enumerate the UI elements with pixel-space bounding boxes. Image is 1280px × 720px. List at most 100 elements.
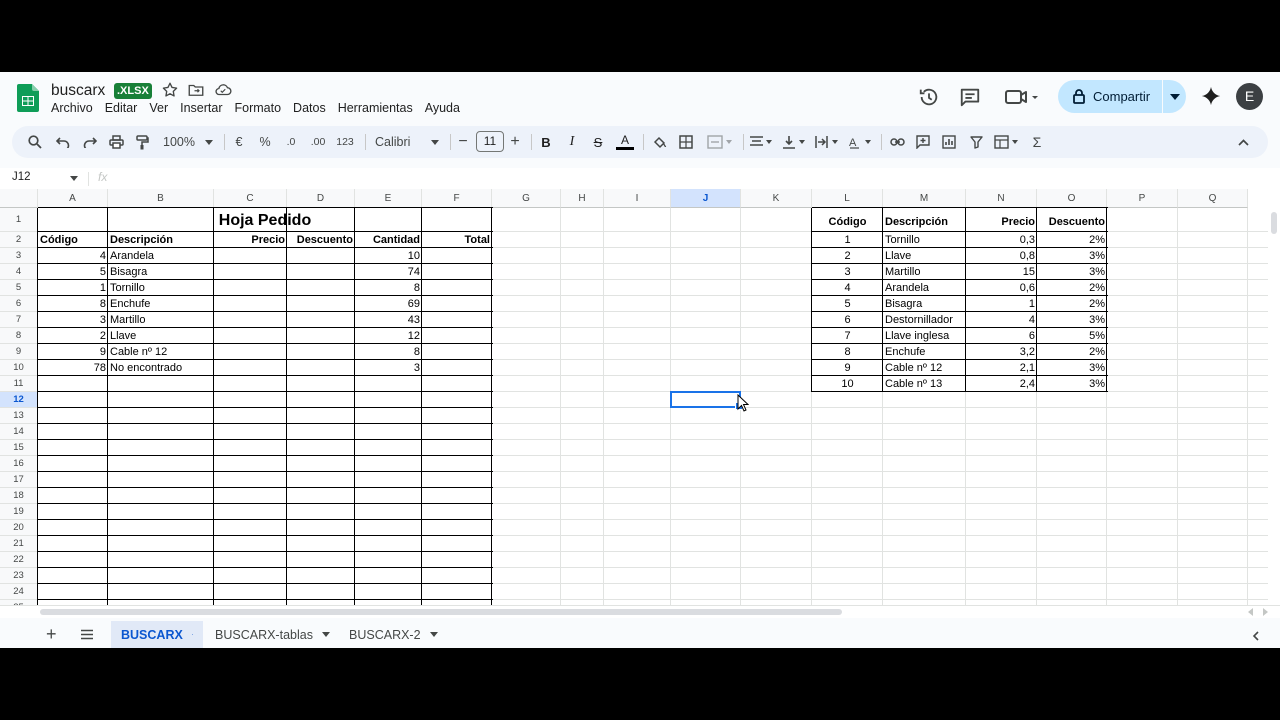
lookup-precio-cell[interactable]: 0,6: [966, 280, 1037, 296]
row-header-24[interactable]: 24: [0, 584, 38, 600]
insert-link-icon[interactable]: [887, 126, 907, 158]
row-header-14[interactable]: 14: [0, 424, 38, 440]
order-cantidad-cell[interactable]: 69: [355, 296, 422, 312]
order-descripcion-cell[interactable]: Enchufe: [108, 296, 214, 312]
filter-icon[interactable]: [966, 126, 986, 158]
increase-decimals-button[interactable]: .00: [306, 126, 330, 158]
add-sheet-button[interactable]: +: [36, 621, 67, 648]
lookup-precio-cell[interactable]: 3,2: [966, 344, 1037, 360]
row-header-20[interactable]: 20: [0, 520, 38, 536]
order-codigo-cell[interactable]: 1: [38, 280, 108, 296]
row-header-8[interactable]: 8: [0, 328, 38, 344]
column-header-e[interactable]: E: [355, 189, 422, 208]
chevron-left-icon[interactable]: [1252, 631, 1259, 641]
percent-format-button[interactable]: %: [256, 126, 274, 158]
row-header-13[interactable]: 13: [0, 408, 38, 424]
lookup-descripcion-cell[interactable]: Cable nº 12: [883, 360, 966, 376]
document-title[interactable]: buscarx: [51, 82, 105, 100]
order-descripcion-cell[interactable]: Llave: [108, 328, 214, 344]
row-header-3[interactable]: 3: [0, 248, 38, 264]
order-descripcion-cell[interactable]: Martillo: [108, 312, 214, 328]
decrease-decimals-button[interactable]: .0: [280, 126, 302, 158]
vertical-scroll-thumb[interactable]: [1271, 212, 1277, 234]
order-sheet-title[interactable]: Hoja Pedido: [38, 211, 492, 231]
order-codigo-cell[interactable]: 2: [38, 328, 108, 344]
lookup-precio-cell[interactable]: 6: [966, 328, 1037, 344]
lookup-precio-cell[interactable]: 0,8: [966, 248, 1037, 264]
row-header-6[interactable]: 6: [0, 296, 38, 312]
increase-font-size-button[interactable]: +: [506, 126, 524, 158]
order-header-cell[interactable]: Cantidad: [355, 232, 422, 248]
lookup-descuento-cell[interactable]: 3%: [1037, 360, 1107, 376]
scroll-left-icon[interactable]: [1248, 608, 1254, 616]
lookup-precio-cell[interactable]: 15: [966, 264, 1037, 280]
menu-formato[interactable]: Formato: [235, 101, 282, 115]
undo-icon[interactable]: [52, 126, 74, 158]
lookup-descripcion-cell[interactable]: Martillo: [883, 264, 966, 280]
lookup-descuento-cell[interactable]: 2%: [1037, 280, 1107, 296]
row-header-19[interactable]: 19: [0, 504, 38, 520]
column-header-d[interactable]: D: [287, 189, 355, 208]
lookup-descripcion-cell[interactable]: Tornillo: [883, 232, 966, 248]
lookup-precio-cell[interactable]: 4: [966, 312, 1037, 328]
paint-format-icon[interactable]: [131, 126, 153, 158]
order-descripcion-cell[interactable]: Tornillo: [108, 280, 214, 296]
lookup-descuento-cell[interactable]: 3%: [1037, 248, 1107, 264]
order-cantidad-cell[interactable]: 8: [355, 280, 422, 296]
row-header-22[interactable]: 22: [0, 552, 38, 568]
row-header-15[interactable]: 15: [0, 440, 38, 456]
fill-color-icon[interactable]: [649, 126, 669, 158]
text-rotation-icon[interactable]: A: [846, 126, 874, 158]
filter-views-icon[interactable]: [991, 126, 1023, 158]
order-codigo-cell[interactable]: 5: [38, 264, 108, 280]
column-header-a[interactable]: A: [38, 189, 108, 208]
row-header-17[interactable]: 17: [0, 472, 38, 488]
lookup-precio-cell[interactable]: 0,3: [966, 232, 1037, 248]
row-header-11[interactable]: 11: [0, 376, 38, 392]
scroll-right-icon[interactable]: [1262, 608, 1268, 616]
row-header-9[interactable]: 9: [0, 344, 38, 360]
menu-insertar[interactable]: Insertar: [180, 101, 222, 115]
lookup-descripcion-cell[interactable]: Enchufe: [883, 344, 966, 360]
lookup-precio-cell[interactable]: 2,1: [966, 360, 1037, 376]
text-wrapping-icon[interactable]: [813, 126, 841, 158]
insert-comment-icon[interactable]: [913, 126, 933, 158]
caret-down-icon[interactable]: [70, 176, 78, 181]
lookup-descuento-cell[interactable]: 3%: [1037, 376, 1107, 392]
order-header-cell[interactable]: Descuento: [287, 232, 355, 248]
selected-cell-j12[interactable]: [670, 391, 743, 410]
lookup-descripcion-cell[interactable]: Arandela: [883, 280, 966, 296]
lookup-descripcion-cell[interactable]: Llave: [883, 248, 966, 264]
order-cantidad-cell[interactable]: 8: [355, 344, 422, 360]
lookup-header-cell[interactable]: Precio: [966, 214, 1037, 230]
order-codigo-cell[interactable]: 3: [38, 312, 108, 328]
order-descripcion-cell[interactable]: Bisagra: [108, 264, 214, 280]
lookup-codigo-cell[interactable]: 6: [812, 312, 883, 328]
search-menus-icon[interactable]: [24, 126, 46, 158]
lookup-descuento-cell[interactable]: 3%: [1037, 312, 1107, 328]
star-icon[interactable]: [161, 81, 179, 99]
meet-video-icon[interactable]: [1004, 86, 1040, 108]
row-header-5[interactable]: 5: [0, 280, 38, 296]
row-header-2[interactable]: 2: [0, 232, 38, 248]
lookup-descuento-cell[interactable]: 2%: [1037, 344, 1107, 360]
column-header-k[interactable]: K: [741, 189, 812, 208]
lookup-codigo-cell[interactable]: 10: [812, 376, 883, 392]
gemini-icon[interactable]: [1200, 85, 1222, 107]
version-history-icon[interactable]: [918, 86, 940, 108]
lookup-precio-cell[interactable]: 1: [966, 296, 1037, 312]
lookup-descuento-cell[interactable]: 2%: [1037, 232, 1107, 248]
lookup-codigo-cell[interactable]: 2: [812, 248, 883, 264]
sheets-logo-icon[interactable]: [17, 84, 39, 112]
merge-cells-icon[interactable]: [703, 126, 737, 158]
text-color-button[interactable]: A: [615, 126, 635, 158]
lookup-descuento-cell[interactable]: 5%: [1037, 328, 1107, 344]
order-header-cell[interactable]: Precio: [214, 232, 287, 248]
order-codigo-cell[interactable]: 9: [38, 344, 108, 360]
horizontal-align-icon[interactable]: [747, 126, 775, 158]
order-cantidad-cell[interactable]: 3: [355, 360, 422, 376]
borders-icon[interactable]: [676, 126, 696, 158]
order-descripcion-cell[interactable]: Arandela: [108, 248, 214, 264]
menu-archivo[interactable]: Archivo: [51, 101, 93, 115]
lookup-codigo-cell[interactable]: 3: [812, 264, 883, 280]
